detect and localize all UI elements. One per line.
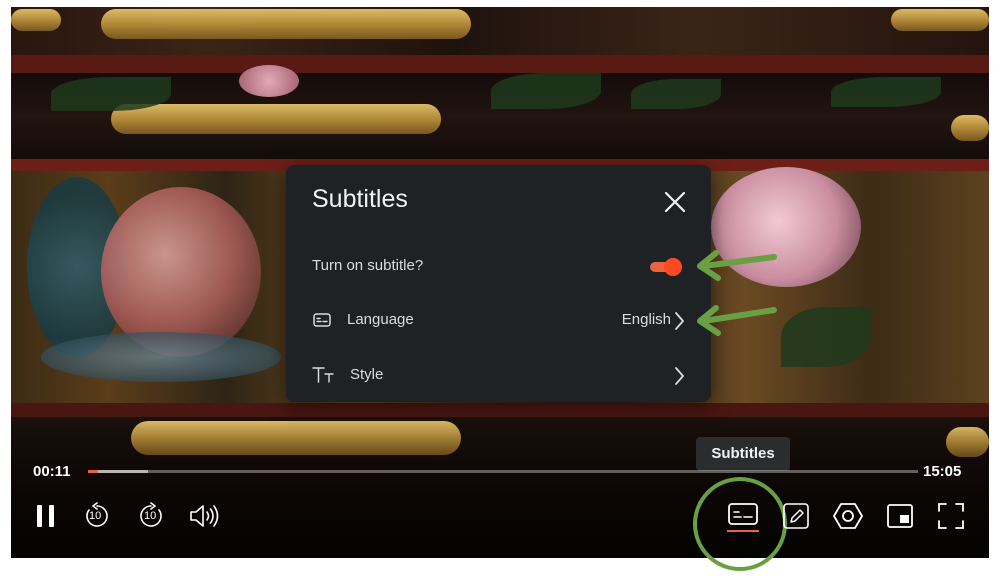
subtitle-toggle-row[interactable]: Turn on subtitle? bbox=[286, 247, 711, 287]
style-label: Style bbox=[350, 366, 384, 383]
annotation-arrow-icon bbox=[697, 250, 777, 281]
language-value: English bbox=[621, 311, 671, 328]
forward-10-button[interactable]: 10 bbox=[137, 501, 165, 531]
rewind-seconds: 10 bbox=[89, 510, 102, 522]
forward-seconds: 10 bbox=[144, 510, 157, 522]
settings-button[interactable] bbox=[833, 502, 863, 530]
language-row[interactable]: Language English bbox=[286, 301, 711, 341]
fullscreen-button[interactable] bbox=[937, 502, 965, 530]
progress-bar[interactable] bbox=[88, 470, 918, 473]
chevron-right-icon bbox=[675, 367, 684, 385]
pen-button[interactable] bbox=[782, 502, 810, 530]
rewind-10-button[interactable]: 10 bbox=[83, 501, 111, 531]
subtitles-active-indicator bbox=[727, 530, 759, 532]
style-row[interactable]: Style bbox=[286, 356, 711, 396]
current-time: 00:11 bbox=[33, 463, 71, 480]
subtitle-icon bbox=[313, 313, 331, 327]
subtitle-toggle[interactable] bbox=[650, 257, 682, 277]
subtitles-panel: Subtitles Turn on subtitle? Language Eng… bbox=[286, 165, 711, 402]
panel-title: Subtitles bbox=[312, 185, 408, 213]
subtitles-button[interactable] bbox=[727, 501, 759, 529]
pause-button[interactable] bbox=[34, 503, 58, 529]
progress-fill bbox=[88, 470, 98, 473]
picture-in-picture-button[interactable] bbox=[886, 503, 914, 529]
duration: 15:05 bbox=[923, 463, 962, 480]
chevron-right-icon bbox=[675, 312, 684, 330]
toggle-label: Turn on subtitle? bbox=[312, 257, 424, 274]
close-button[interactable] bbox=[660, 187, 690, 217]
volume-button[interactable] bbox=[188, 503, 220, 529]
annotation-arrow-icon bbox=[697, 305, 777, 336]
subtitles-tooltip: Subtitles bbox=[696, 437, 790, 471]
text-style-icon bbox=[312, 367, 334, 383]
close-icon bbox=[664, 191, 686, 213]
language-label: Language bbox=[347, 311, 414, 328]
